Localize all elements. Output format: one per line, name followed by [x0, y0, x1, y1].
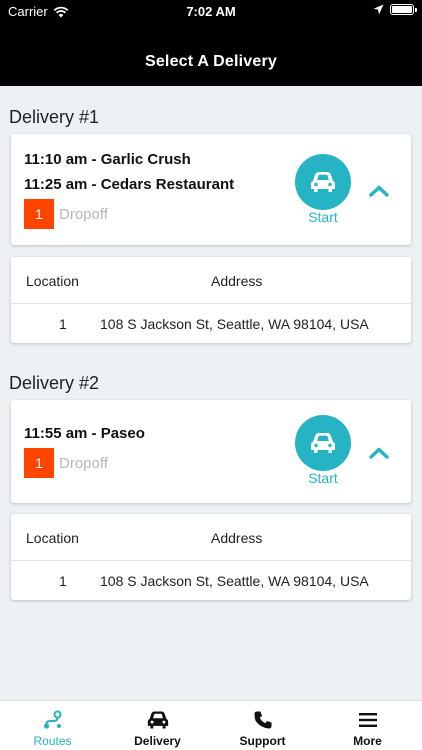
tab-label: Delivery	[134, 734, 181, 748]
delivery-heading: Delivery #1	[9, 107, 100, 127]
chevron-up-icon[interactable]	[368, 184, 390, 198]
stop-time-name: 11:55 am - Paseo	[24, 425, 145, 442]
navigation-bar: Carrier 7:02 AM Select A Delivery	[0, 0, 422, 86]
stop-time-name: 11:10 am - Garlic Crush	[24, 151, 191, 168]
column-header-location: Location	[26, 530, 79, 546]
column-header-address: Address	[211, 530, 263, 546]
page-title: Select A Delivery	[144, 53, 278, 70]
tab-delivery[interactable]: Delivery	[105, 701, 210, 750]
location-number: 1	[59, 573, 67, 589]
delivery-card[interactable]: 11:10 am - Garlic Crush 11:25 am - Cedar…	[11, 134, 411, 245]
car-icon	[147, 711, 169, 729]
start-label[interactable]: Start	[287, 470, 359, 486]
stop-count-badge: 1	[24, 199, 54, 229]
tab-support[interactable]: Support	[210, 701, 315, 750]
chevron-up-icon[interactable]	[368, 446, 390, 460]
table-header: Location Address	[11, 514, 411, 561]
table-row: 1 108 S Jackson St, Seattle, WA 98104, U…	[11, 562, 411, 600]
phone-icon	[254, 711, 272, 729]
location-arrow-icon	[373, 4, 384, 15]
delivery-status: Dropoff	[59, 455, 108, 472]
car-icon	[311, 433, 335, 453]
tab-routes[interactable]: Routes	[0, 701, 105, 750]
status-time: 7:02 AM	[186, 4, 236, 19]
tab-more[interactable]: More	[315, 701, 420, 750]
route-icon	[43, 710, 62, 729]
column-header-address: Address	[211, 273, 263, 289]
status-right-icons	[373, 4, 417, 15]
delivery-card[interactable]: 11:55 am - Paseo 1 Dropoff Start	[11, 400, 411, 503]
start-delivery-button[interactable]	[295, 415, 351, 471]
location-address: 108 S Jackson St, Seattle, WA 98104, USA	[100, 316, 369, 332]
status-bar: Carrier 7:02 AM	[0, 0, 422, 24]
tab-label: Routes	[33, 734, 72, 748]
tab-bar: Routes Delivery Support More	[0, 700, 422, 750]
delivery-status: Dropoff	[59, 206, 108, 223]
stop-time-name: 11:25 am - Cedars Restaurant	[24, 176, 235, 193]
location-number: 1	[59, 316, 67, 332]
location-table: Location Address 1 108 S Jackson St, Sea…	[11, 514, 411, 600]
location-table: Location Address 1 108 S Jackson St, Sea…	[11, 257, 411, 343]
column-header-location: Location	[26, 273, 79, 289]
tab-label: More	[353, 734, 382, 748]
start-delivery-button[interactable]	[295, 154, 351, 210]
battery-icon	[390, 4, 417, 15]
car-icon	[311, 172, 335, 192]
start-label[interactable]: Start	[287, 209, 359, 225]
table-header: Location Address	[11, 257, 411, 304]
delivery-heading: Delivery #2	[9, 373, 100, 393]
menu-icon	[359, 713, 377, 727]
tab-label: Support	[239, 734, 286, 748]
table-row: 1 108 S Jackson St, Seattle, WA 98104, U…	[11, 305, 411, 343]
location-address: 108 S Jackson St, Seattle, WA 98104, USA	[100, 573, 369, 589]
stop-count-badge: 1	[24, 448, 54, 478]
